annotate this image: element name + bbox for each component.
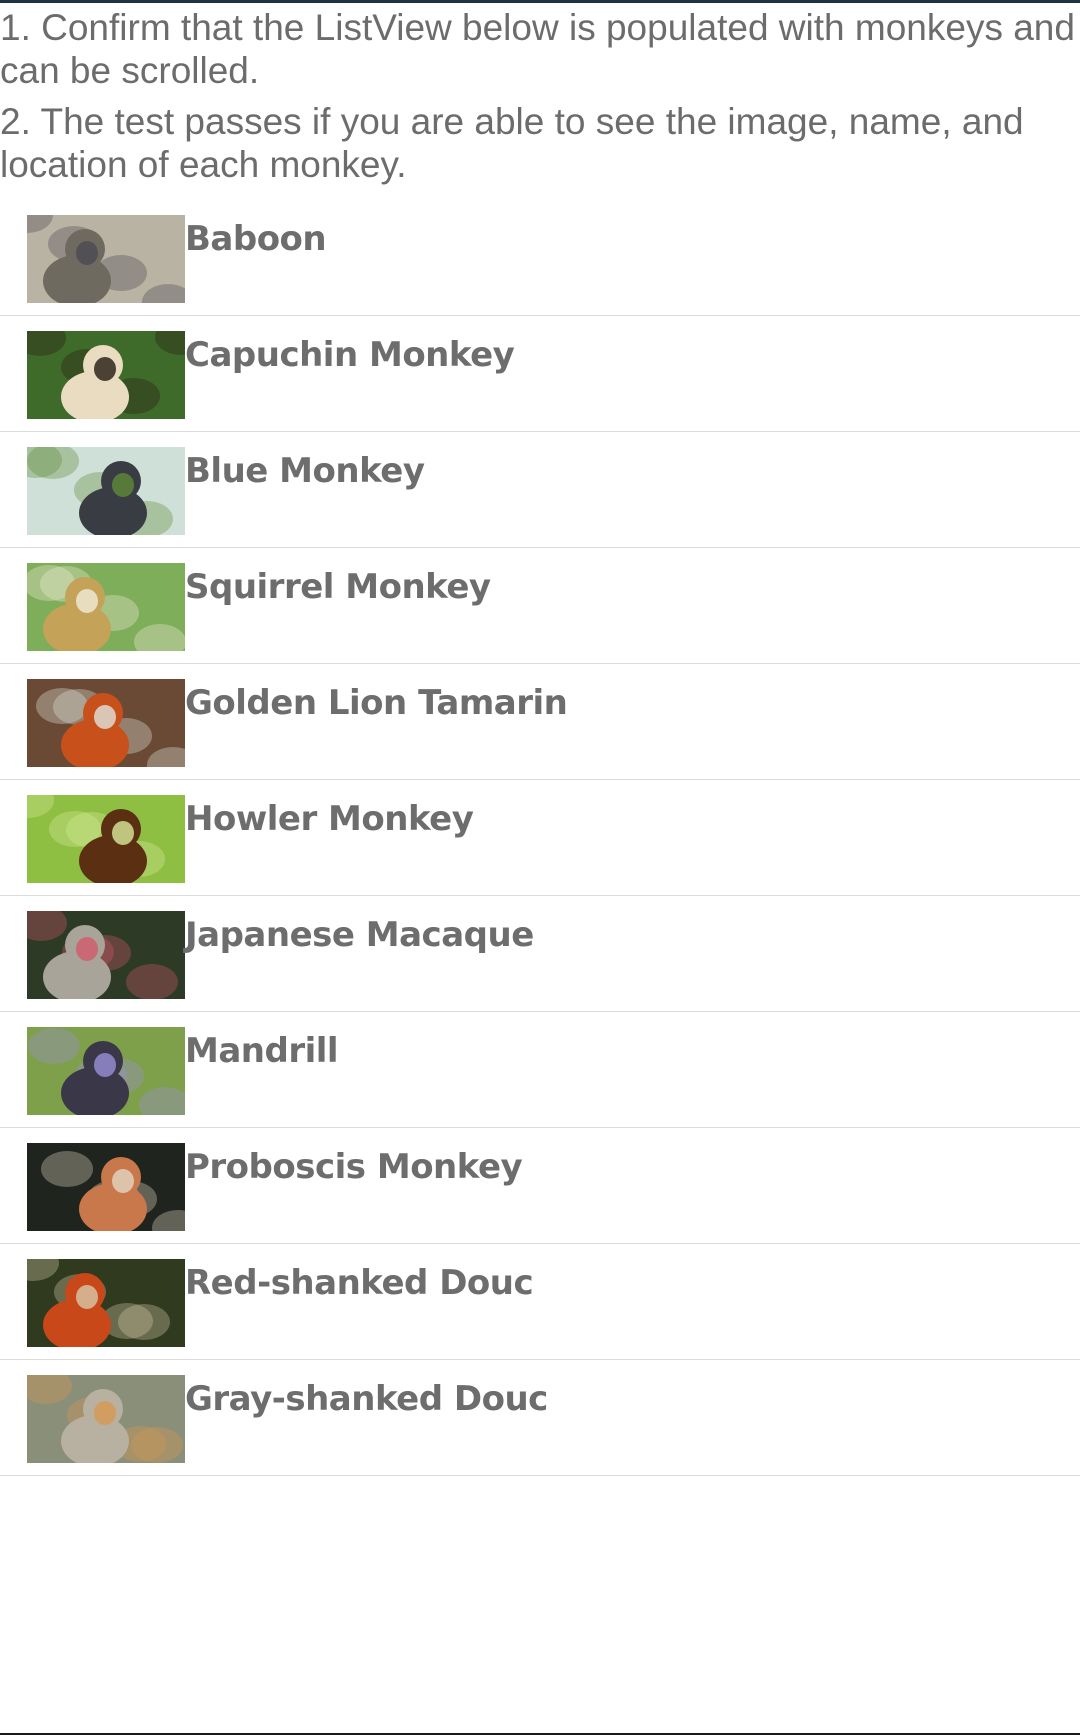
monkey-name: Gray-shanked Douc <box>185 1379 548 1419</box>
howler-monkey-photo <box>27 795 185 883</box>
list-item[interactable]: Red-shanked Douc <box>0 1244 1080 1360</box>
list-item[interactable]: Capuchin Monkey <box>0 316 1080 432</box>
monkey-name: Proboscis Monkey <box>185 1147 523 1187</box>
blue-monkey-photo <box>27 447 185 535</box>
proboscis-monkey-photo <box>27 1143 185 1231</box>
monkey-name: Red-shanked Douc <box>185 1263 534 1303</box>
gray-shanked-douc-photo <box>27 1375 185 1463</box>
list-item[interactable]: Japanese Macaque <box>0 896 1080 1012</box>
list-item[interactable]: Howler Monkey <box>0 780 1080 896</box>
list-item[interactable]: Mandrill <box>0 1012 1080 1128</box>
list-item[interactable]: Proboscis Monkey <box>0 1128 1080 1244</box>
instruction-step-1: 1. Confirm that the ListView below is po… <box>0 7 1075 91</box>
top-divider <box>0 0 1080 3</box>
monkey-name: Golden Lion Tamarin <box>185 683 568 723</box>
list-item[interactable]: Squirrel Monkey <box>0 548 1080 664</box>
monkey-name: Capuchin Monkey <box>185 335 515 375</box>
instructions: 1. Confirm that the ListView below is po… <box>0 6 1080 186</box>
monkey-name: Howler Monkey <box>185 799 474 839</box>
capuchin-monkey-photo <box>27 331 185 419</box>
list-item[interactable]: Blue Monkey <box>0 432 1080 548</box>
monkey-list-view[interactable]: Baboon Capuchin Monkey Blue Monkey Squirrel… <box>0 200 1080 1476</box>
list-item[interactable]: Baboon <box>0 200 1080 316</box>
squirrel-monkey-photo <box>27 563 185 651</box>
japanese-macaque-photo <box>27 911 185 999</box>
red-shanked-douc-photo <box>27 1259 185 1347</box>
list-item[interactable]: Gray-shanked Douc <box>0 1360 1080 1476</box>
monkey-name: Japanese Macaque <box>185 915 534 955</box>
monkey-name: Blue Monkey <box>185 451 425 491</box>
monkey-name: Mandrill <box>185 1031 339 1071</box>
monkey-name: Squirrel Monkey <box>185 567 491 607</box>
list-item[interactable]: Golden Lion Tamarin <box>0 664 1080 780</box>
baboon-photo <box>27 215 185 303</box>
mandrill-photo <box>27 1027 185 1115</box>
golden-lion-tamarin-photo <box>27 679 185 767</box>
instruction-step-2: 2. The test passes if you are able to se… <box>0 101 1024 185</box>
monkey-name: Baboon <box>185 219 327 259</box>
